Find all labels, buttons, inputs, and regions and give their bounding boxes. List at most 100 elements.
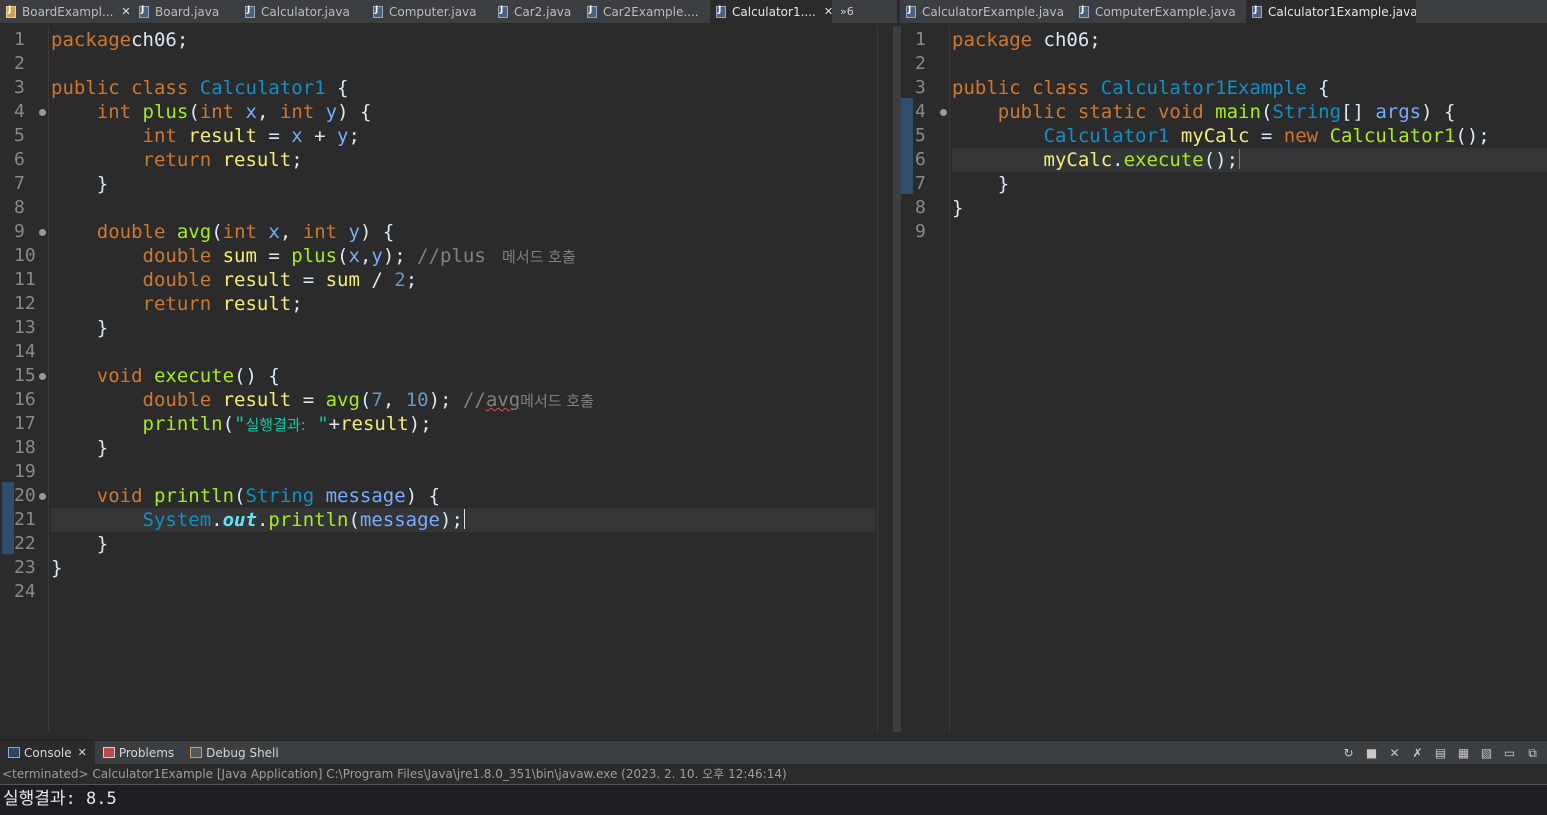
fold-toggle-icon[interactable]: [39, 109, 46, 116]
right-editor-tabbar: CalculatorExample.java ComputerExample.ja…: [900, 0, 1547, 24]
tab-label: CalculatorExample.java: [922, 4, 1064, 19]
tab-label: Calculator1....: [732, 4, 816, 19]
code-line: 12 return result;: [0, 292, 893, 316]
tab-label: Car2Example....: [603, 4, 699, 19]
java-file-icon: [6, 5, 16, 18]
editor-tab[interactable]: CalculatorExample.java: [900, 0, 1073, 23]
editor-tab[interactable]: Board.java: [133, 0, 239, 23]
editor-tab[interactable]: Calculator1Example.java✕: [1246, 0, 1416, 23]
code-line: 20 void println(String message) {: [0, 484, 893, 508]
code-line: 10 double sum = plus(x,y); //plus 메서드 호출: [0, 244, 893, 268]
code-line: 2: [901, 52, 1547, 76]
code-line: 9 double avg(int x, int y) {: [0, 220, 893, 244]
close-icon[interactable]: ✕: [78, 746, 87, 759]
terminate-icon[interactable]: ■: [1363, 745, 1380, 761]
fold-toggle-icon[interactable]: [39, 373, 46, 380]
left-code-editor[interactable]: 1 packagech06; 2 3 public class Calculator1 …: [0, 26, 893, 732]
java-file-icon: [716, 5, 726, 18]
code-text: }: [51, 557, 63, 579]
console-output[interactable]: 실행결과: 8.5: [0, 784, 1547, 815]
line-number: 16: [14, 389, 36, 410]
code-text: }: [51, 437, 109, 459]
relaunch-icon[interactable]: ↻: [1340, 745, 1357, 761]
code-text: }: [51, 317, 109, 339]
clear-console-icon[interactable]: ▤: [1432, 745, 1449, 761]
line-number: 9: [915, 221, 926, 242]
tab-label: Calculator1Example.java: [1268, 4, 1416, 19]
code-line: 1 package ch06;: [901, 28, 1547, 52]
line-number: 1: [915, 29, 926, 50]
code-text: }: [952, 173, 1010, 195]
line-number: 7: [915, 173, 926, 194]
editor-tab[interactable]: Computer.java: [367, 0, 492, 23]
text-caret: [1239, 149, 1241, 169]
debug-shell-icon: [190, 747, 203, 758]
code-line: 16 double result = avg(7, 10); //avg메서드 …: [0, 388, 893, 412]
console-tab-label: Debug Shell: [206, 745, 279, 760]
editor-tab[interactable]: ComputerExample.java: [1073, 0, 1246, 23]
tab-overflow-button[interactable]: »6: [832, 0, 862, 23]
code-text: void println(String message) {: [96, 485, 441, 507]
code-text: myCalc.execute();: [1043, 149, 1241, 171]
code-line: 7 }: [0, 172, 893, 196]
fold-toggle-icon[interactable]: [39, 229, 46, 236]
word-wrap-icon[interactable]: ▧: [1478, 745, 1495, 761]
code-text: int plus(int x, int y) {: [96, 101, 372, 123]
code-line: 7 }: [901, 172, 1547, 196]
code-text: }: [952, 197, 964, 219]
java-file-icon: [245, 5, 255, 18]
tab-label: Computer.java: [389, 4, 477, 19]
new-console-icon[interactable]: ⧉: [1524, 745, 1541, 761]
remove-launch-icon[interactable]: ✕: [1386, 745, 1403, 761]
line-number: 10: [14, 245, 36, 266]
console-icon: [8, 747, 20, 758]
code-text: }: [51, 173, 109, 195]
console-tab-label: Console: [24, 745, 72, 760]
tab-label: Car2.java: [514, 4, 572, 19]
console-tab-console[interactable]: Console ✕: [0, 740, 95, 765]
console-status: <terminated> Calculator1Example [Java Ap…: [0, 765, 1547, 784]
remove-all-icon[interactable]: ✗: [1409, 745, 1426, 761]
fold-toggle-icon[interactable]: [39, 493, 46, 500]
line-number: 18: [14, 437, 36, 458]
code-line: 18 }: [0, 436, 893, 460]
code-text: System.out.println(message);: [142, 509, 465, 531]
right-code-editor[interactable]: 1 package ch06; 2 3 public class Calculator1…: [901, 26, 1547, 732]
fold-toggle-icon[interactable]: [940, 109, 947, 116]
editor-tab[interactable]: Calculator1.... ✕: [710, 0, 832, 23]
code-line: 24: [0, 580, 893, 604]
editor-tab[interactable]: Calculator.java: [239, 0, 367, 23]
eclipse-window: BoardExampl... ✕ Board.java Calculator.java…: [0, 0, 1547, 815]
line-number: 14: [14, 341, 36, 362]
scroll-lock-icon[interactable]: ▦: [1455, 745, 1472, 761]
console-tab-debug-shell[interactable]: Debug Shell: [182, 741, 287, 765]
code-line: 3 public class Calculator1Example {: [901, 76, 1547, 100]
line-number: 19: [14, 461, 36, 482]
close-icon[interactable]: ✕: [121, 5, 130, 18]
problems-icon: [102, 747, 115, 758]
line-number: 3: [915, 77, 926, 98]
line-number: 17: [14, 413, 36, 434]
line-number: 23: [14, 557, 36, 578]
close-icon[interactable]: ✕: [824, 5, 832, 18]
tab-label: Board.java: [155, 4, 220, 19]
editor-tab[interactable]: BoardExampl... ✕: [0, 0, 133, 23]
code-text: public class Calculator1Example {: [952, 77, 1330, 99]
code-line: 8: [0, 196, 893, 220]
line-number: 7: [14, 173, 25, 194]
console-tabbar: Console ✕ Problems Debug Shell ↻ ■ ✕ ✗ ▤ ▦ ▧ ▭ ⧉: [0, 740, 1547, 765]
editor-tab[interactable]: Car2.java: [492, 0, 581, 23]
editor-split-divider[interactable]: [893, 26, 901, 732]
code-line: 2: [0, 52, 893, 76]
editor-tab[interactable]: Car2Example....: [581, 0, 710, 23]
console-tab-problems[interactable]: Problems: [95, 741, 182, 765]
code-line: 15 void execute() {: [0, 364, 893, 388]
line-number: 13: [14, 317, 36, 338]
code-line: 19: [0, 460, 893, 484]
java-file-icon: [139, 5, 149, 18]
code-text: double sum = plus(x,y); //plus 메서드 호출: [142, 245, 576, 267]
code-line: 14: [0, 340, 893, 364]
line-number: 5: [14, 125, 25, 146]
pin-console-icon[interactable]: ▭: [1501, 745, 1518, 761]
text-caret: [463, 509, 465, 529]
